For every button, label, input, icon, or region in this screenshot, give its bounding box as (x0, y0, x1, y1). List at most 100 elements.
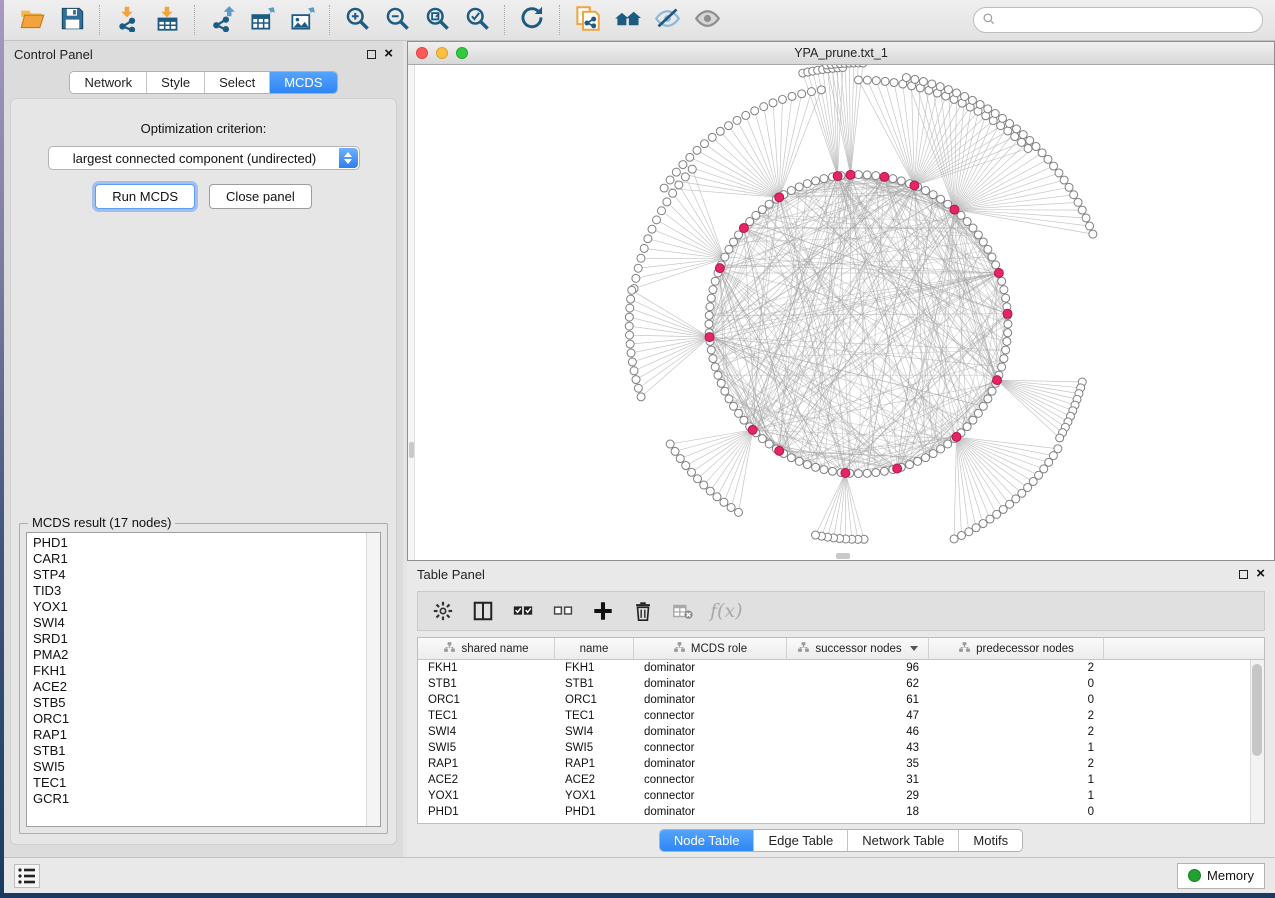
close-table-icon[interactable]: × (1256, 569, 1265, 579)
network-node[interactable] (721, 253, 729, 261)
mcds-result-item[interactable]: SWI4 (33, 615, 366, 631)
column-header-name[interactable]: name (555, 638, 634, 659)
network-node[interactable] (1002, 346, 1010, 354)
network-node[interactable] (725, 122, 733, 130)
network-node[interactable] (644, 235, 652, 243)
network-canvas[interactable] (408, 65, 1274, 560)
network-node[interactable] (676, 455, 684, 463)
network-node[interactable] (669, 189, 677, 197)
hide-selected-button[interactable] (647, 3, 687, 37)
tab-select[interactable]: Select (205, 72, 270, 93)
mcds-node[interactable] (880, 172, 889, 181)
table-row[interactable]: RAP1RAP1dominator352 (418, 756, 1264, 772)
mcds-node[interactable] (952, 432, 961, 441)
table-row[interactable]: YOX1YOX1connector291 (418, 788, 1264, 804)
network-node[interactable] (742, 111, 750, 119)
network-titlebar[interactable]: YPA_prune.txt_1 (408, 42, 1274, 65)
save-button[interactable] (52, 3, 92, 37)
network-node[interactable] (716, 127, 724, 135)
select-all-icon[interactable] (510, 598, 536, 624)
network-node[interactable] (890, 79, 898, 87)
mcds-node[interactable] (705, 333, 714, 342)
network-node[interactable] (1074, 198, 1082, 206)
network-node[interactable] (637, 254, 645, 262)
network-node[interactable] (1032, 143, 1040, 151)
table-row[interactable]: FKH1FKH1dominator962 (418, 660, 1264, 676)
network-node[interactable] (663, 198, 671, 206)
network-node[interactable] (906, 461, 914, 469)
mcds-result-list[interactable]: PHD1CAR1STP4TID3YOX1SWI4SRD1PMA2FKH1ACE2… (26, 532, 381, 827)
add-icon[interactable] (590, 598, 616, 624)
network-node[interactable] (979, 238, 987, 246)
network-node[interactable] (720, 498, 728, 506)
export-image-button[interactable] (282, 3, 322, 37)
network-node[interactable] (625, 322, 633, 330)
tab-node-table[interactable]: Node Table (660, 830, 755, 851)
task-history-button[interactable] (14, 864, 40, 888)
network-node[interactable] (707, 294, 715, 302)
network-node[interactable] (929, 191, 937, 199)
mcds-result-item[interactable]: STP4 (33, 567, 366, 583)
network-horizontal-scrollbar[interactable] (836, 553, 850, 559)
network-node[interactable] (1065, 183, 1073, 191)
network-graph[interactable] (408, 65, 1274, 560)
network-node[interactable] (1056, 434, 1064, 442)
tab-network-table[interactable]: Network Table (848, 830, 959, 851)
memory-button[interactable]: Memory (1177, 863, 1265, 889)
network-node[interactable] (700, 481, 708, 489)
network-node[interactable] (968, 96, 976, 104)
table-row[interactable]: STB1STB1dominator620 (418, 676, 1264, 692)
network-node[interactable] (637, 393, 645, 401)
network-node[interactable] (1089, 230, 1097, 238)
network-node[interactable] (686, 153, 694, 161)
network-node[interactable] (751, 107, 759, 115)
network-node[interactable] (854, 171, 862, 179)
network-node[interactable] (1004, 320, 1012, 328)
network-node[interactable] (708, 133, 716, 141)
close-panel-icon[interactable]: × (384, 49, 393, 59)
network-node[interactable] (812, 463, 820, 471)
network-node[interactable] (725, 395, 733, 403)
network-node[interactable] (711, 277, 719, 285)
network-node[interactable] (1026, 136, 1034, 144)
network-vertical-scrollbar[interactable] (408, 65, 415, 560)
network-node[interactable] (828, 467, 836, 475)
network-node[interactable] (972, 524, 980, 532)
network-node[interactable] (820, 175, 828, 183)
run-mcds-button[interactable]: Run MCDS (95, 184, 195, 209)
network-node[interactable] (1050, 162, 1058, 170)
zoom-out-button[interactable] (377, 3, 417, 37)
network-node[interactable] (648, 225, 656, 233)
mcds-result-item[interactable]: FKH1 (33, 663, 366, 679)
network-node[interactable] (1078, 206, 1086, 214)
network-node[interactable] (694, 475, 702, 483)
network-node[interactable] (998, 363, 1006, 371)
mcds-result-item[interactable]: GCR1 (33, 791, 366, 807)
node-table[interactable]: shared namenameMCDS rolesuccessor nodesp… (417, 637, 1265, 824)
network-node[interactable] (979, 402, 987, 410)
network-node[interactable] (998, 114, 1006, 122)
network-node[interactable] (634, 264, 642, 272)
network-node[interactable] (787, 454, 795, 462)
network-node[interactable] (1044, 155, 1052, 163)
network-node[interactable] (998, 277, 1006, 285)
network-node[interactable] (788, 92, 796, 100)
network-node[interactable] (936, 83, 944, 91)
network-node[interactable] (706, 487, 714, 495)
network-node[interactable] (965, 528, 973, 536)
network-node[interactable] (658, 207, 666, 215)
network-node[interactable] (666, 176, 674, 184)
mcds-node[interactable] (748, 425, 757, 434)
mcds-node[interactable] (1003, 309, 1012, 318)
network-node[interactable] (1004, 127, 1012, 135)
network-node[interactable] (872, 77, 880, 85)
network-node[interactable] (671, 447, 679, 455)
network-node[interactable] (1018, 138, 1026, 146)
network-node[interactable] (672, 168, 680, 176)
network-node[interactable] (944, 440, 952, 448)
network-node[interactable] (679, 161, 687, 169)
network-node[interactable] (627, 349, 635, 357)
network-node[interactable] (992, 261, 1000, 269)
table-row[interactable]: ACE2ACE2connector311 (418, 772, 1264, 788)
mcds-node[interactable] (950, 205, 959, 214)
